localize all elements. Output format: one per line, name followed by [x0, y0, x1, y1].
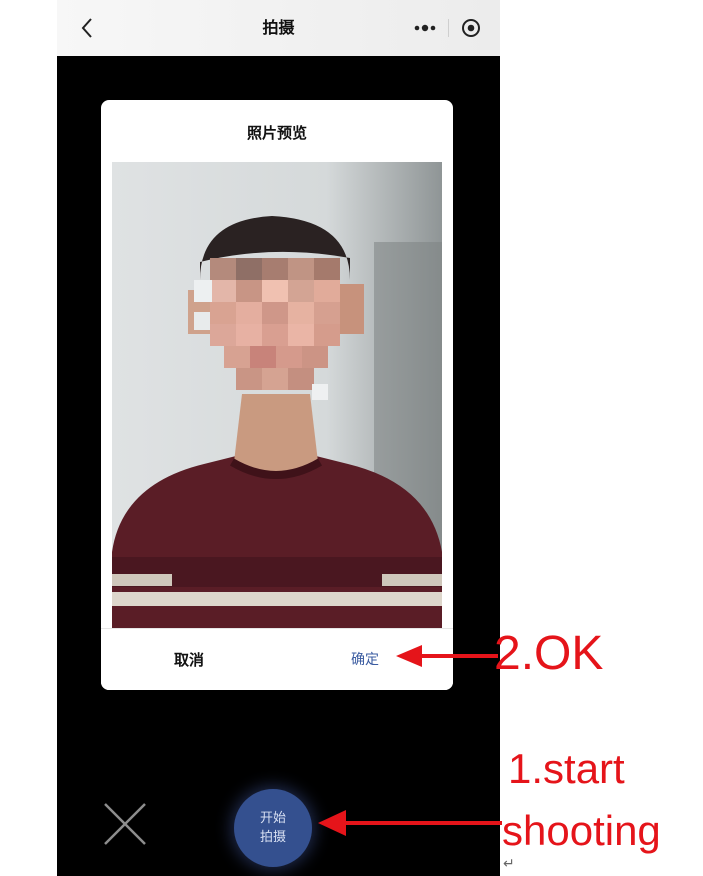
annotation-start-line2: shooting [502, 807, 661, 854]
annotation-start-line1: 1.start [508, 745, 625, 792]
return-glyph: ↵ [503, 856, 515, 872]
annotation-ok: 2.OK [494, 627, 604, 680]
